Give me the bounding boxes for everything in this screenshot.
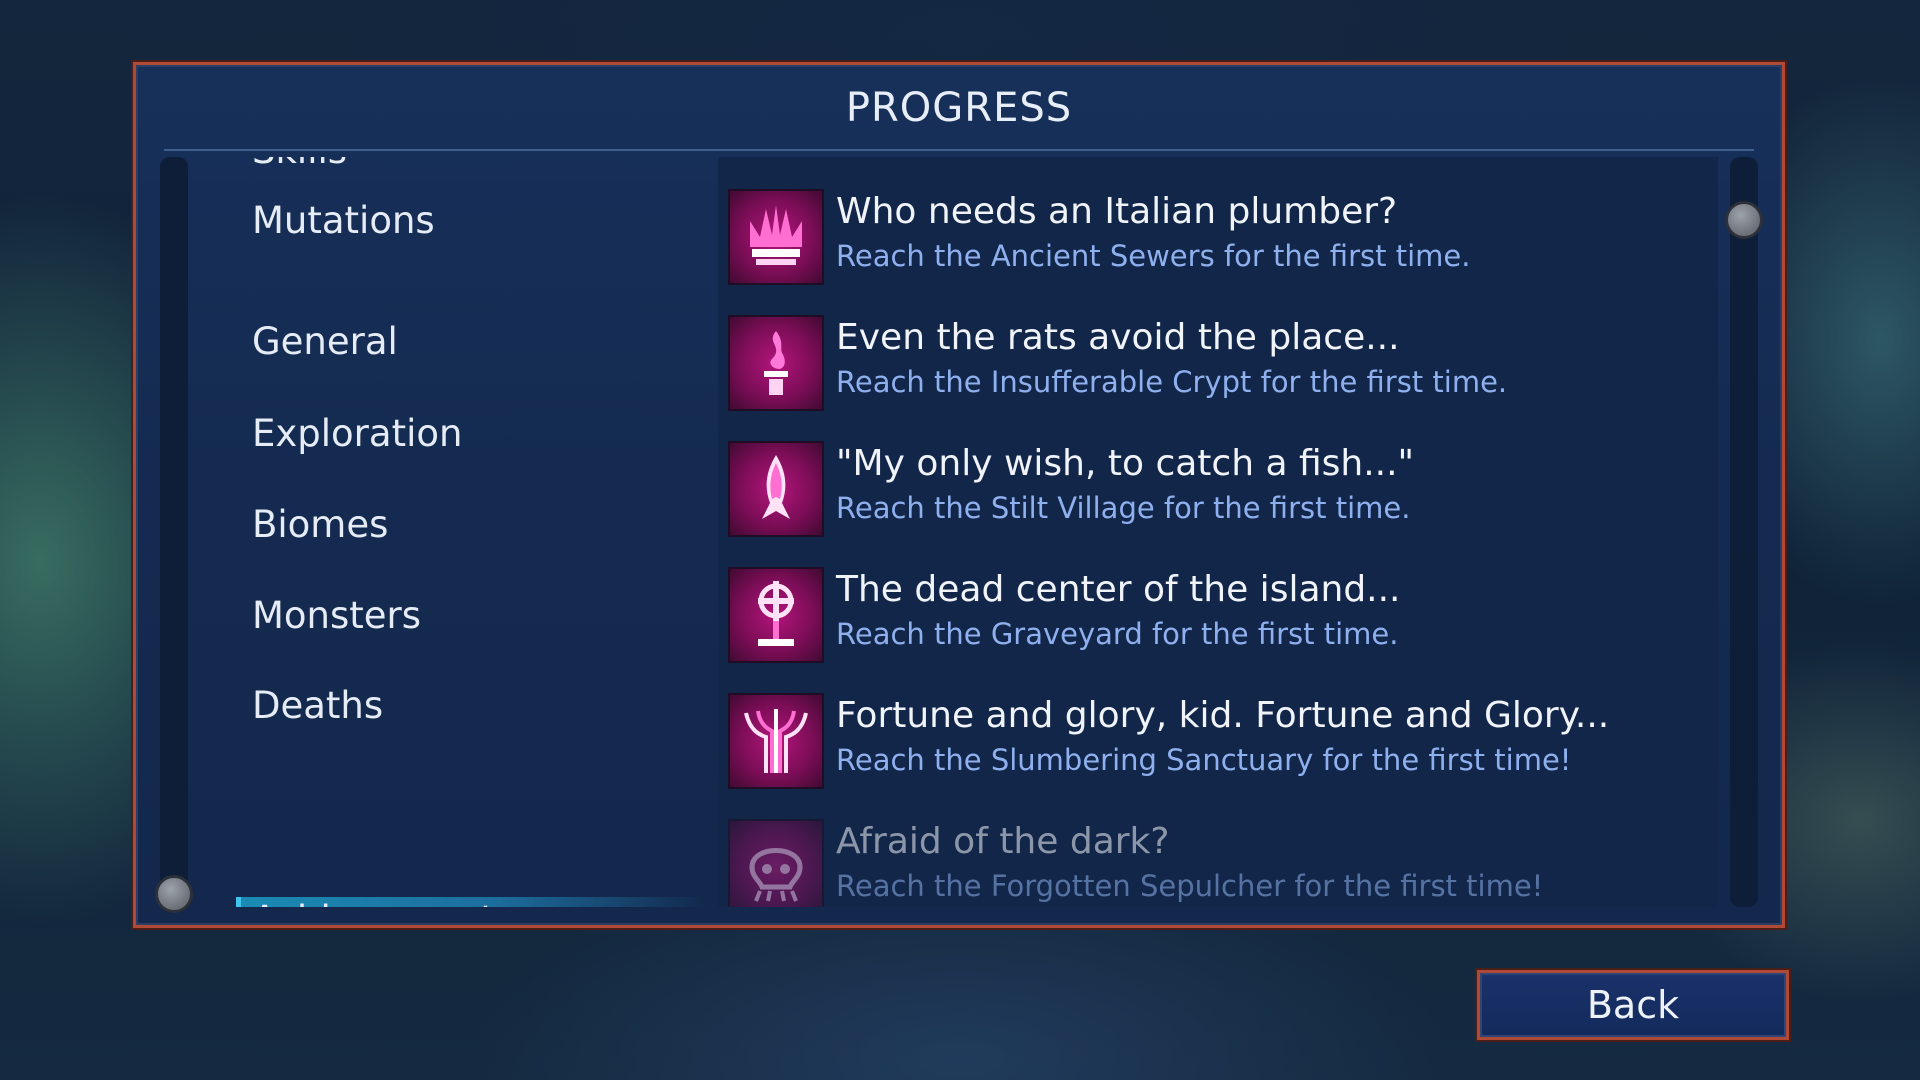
fish-icon xyxy=(728,441,824,537)
category-item-monsters[interactable]: Monsters xyxy=(252,594,421,637)
achievement-description: Reach the Forgotten Sepulcher for the fi… xyxy=(836,869,1544,903)
achievement-title: Afraid of the dark? xyxy=(836,821,1170,862)
category-item-biomes[interactable]: Biomes xyxy=(252,503,388,546)
achievement-description: Reach the Stilt Village for the first ti… xyxy=(836,491,1411,525)
achievement-description: Reach the Slumbering Sanctuary for the f… xyxy=(836,743,1572,777)
window-title: PROGRESS xyxy=(845,85,1073,131)
category-item-mutations[interactable]: Mutations xyxy=(252,199,435,242)
achievement-title: The dead center of the island... xyxy=(836,569,1401,610)
category-item-exploration[interactable]: Exploration xyxy=(252,412,462,455)
back-button[interactable]: Back xyxy=(1477,970,1789,1040)
achievement-row[interactable]: Who needs an Italian plumber? Reach the … xyxy=(728,189,1708,289)
achievement-title: Even the rats avoid the place... xyxy=(836,317,1400,358)
achievement-title: "My only wish, to catch a fish..." xyxy=(836,443,1415,484)
achievement-row[interactable]: The dead center of the island... Reach t… xyxy=(728,567,1708,667)
category-item-achievements[interactable]: Achievements xyxy=(252,898,514,907)
category-item-deaths[interactable]: Deaths xyxy=(252,684,383,727)
achievement-row[interactable]: Afraid of the dark? Reach the Forgotten … xyxy=(728,819,1708,907)
achievement-row[interactable]: "My only wish, to catch a fish..." Reach… xyxy=(728,441,1708,541)
flame-pedestal-icon xyxy=(728,315,824,411)
achievement-scrollbar[interactable] xyxy=(1730,157,1758,907)
crown-icon xyxy=(728,189,824,285)
skull-icon xyxy=(728,819,824,907)
category-list: Skills Mutations General Exploration Bio… xyxy=(136,157,716,907)
achievement-scroll-thumb[interactable] xyxy=(1725,201,1763,239)
pillars-icon xyxy=(728,693,824,789)
achievement-description: Reach the Graveyard for the first time. xyxy=(836,617,1399,651)
achievement-list: Who needs an Italian plumber? Reach the … xyxy=(718,157,1718,907)
achievement-description: Reach the Insufferable Crypt for the fir… xyxy=(836,365,1508,399)
achievement-description: Reach the Ancient Sewers for the first t… xyxy=(836,239,1471,273)
category-item-skills[interactable]: Skills xyxy=(252,157,347,172)
achievement-row[interactable]: Even the rats avoid the place... Reach t… xyxy=(728,315,1708,415)
progress-window: PROGRESS Skills Mutations General Explor… xyxy=(133,62,1785,928)
achievement-row[interactable]: Fortune and glory, kid. Fortune and Glor… xyxy=(728,693,1708,793)
achievement-title: Who needs an Italian plumber? xyxy=(836,191,1398,232)
gravestone-cross-icon xyxy=(728,567,824,663)
category-item-general[interactable]: General xyxy=(252,320,398,363)
achievement-title: Fortune and glory, kid. Fortune and Glor… xyxy=(836,695,1610,736)
title-divider xyxy=(164,149,1754,151)
